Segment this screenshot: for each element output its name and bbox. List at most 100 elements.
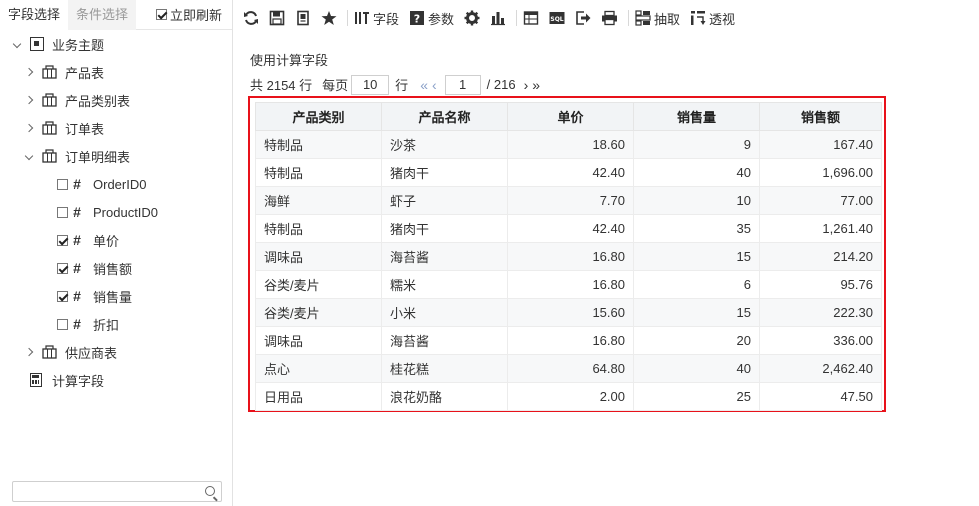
gear-icon xyxy=(464,10,480,26)
current-page-input[interactable]: 1 xyxy=(444,74,481,95)
table-view-button[interactable] xyxy=(523,6,539,30)
chevron-down-icon[interactable] xyxy=(24,150,34,162)
tree-node-supplier-table[interactable]: 供应商表 xyxy=(24,338,117,366)
chevron-right-icon[interactable] xyxy=(24,346,34,358)
param-button-label: 参数 xyxy=(428,11,455,27)
field-checkbox[interactable] xyxy=(57,178,68,190)
field-item-sales-quantity[interactable]: # 销售量 xyxy=(57,282,132,310)
export-icon xyxy=(575,10,591,26)
field-label: 销售额 xyxy=(93,261,133,277)
field-label: 单价 xyxy=(93,233,120,249)
table-cell: 15.60 xyxy=(507,298,634,327)
chevron-right-icon[interactable] xyxy=(24,122,34,134)
table-cell: 10 xyxy=(633,186,760,215)
pivot-button-label: 透视 xyxy=(709,11,736,27)
table-row: 调味品 海苔酱 16.80 15 214.20 xyxy=(255,242,882,271)
table-cell: 特制品 xyxy=(255,130,382,159)
settings-button[interactable] xyxy=(464,6,480,30)
number-field-icon: # xyxy=(73,232,81,248)
chevron-down-icon[interactable] xyxy=(12,38,22,50)
printer-icon xyxy=(601,10,618,26)
field-item-unit-price[interactable]: # 单价 xyxy=(57,226,119,254)
tree-node-label: 计算字段 xyxy=(52,373,105,389)
table-cell: 猪肉干 xyxy=(381,214,508,243)
table-icon xyxy=(42,149,57,163)
field-item-sales-amount[interactable]: # 销售额 xyxy=(57,254,132,282)
print-button[interactable] xyxy=(601,6,618,30)
column-header[interactable]: 销售量 xyxy=(633,102,760,131)
table-cell: 谷类/麦片 xyxy=(255,270,382,299)
chart-button[interactable] xyxy=(490,6,506,30)
tree-node-order-table[interactable]: 订单表 xyxy=(24,114,104,142)
search-icon[interactable] xyxy=(205,486,215,496)
field-label: OrderID0 xyxy=(93,176,147,192)
pivot-button[interactable]: 透视 xyxy=(690,6,735,30)
field-search-input[interactable] xyxy=(13,482,193,501)
next-page-icon[interactable]: › xyxy=(524,77,529,93)
table-cell: 2.00 xyxy=(507,382,634,411)
tab-field-select[interactable]: 字段选择 xyxy=(0,0,69,30)
field-item-discount[interactable]: # 折扣 xyxy=(57,310,119,338)
export-button[interactable] xyxy=(575,6,591,30)
save-as-button[interactable] xyxy=(295,6,311,30)
column-header[interactable]: 单价 xyxy=(507,102,634,131)
table-cell: 15 xyxy=(633,298,760,327)
extract-button[interactable]: 抽取 xyxy=(635,6,680,30)
table-cell: 35 xyxy=(633,214,760,243)
first-page-icon[interactable]: « xyxy=(420,77,428,93)
tree-node-business-topic[interactable]: 业务主题 xyxy=(12,30,104,58)
favorite-button[interactable] xyxy=(321,6,337,30)
tree-node-order-detail-table[interactable]: 订单明细表 xyxy=(24,142,130,170)
toolbar-divider xyxy=(628,10,630,26)
table-cell: 点心 xyxy=(255,354,382,383)
chevron-right-icon[interactable] xyxy=(24,94,34,106)
save-button[interactable] xyxy=(269,6,285,30)
number-field-icon: # xyxy=(73,204,81,220)
field-checkbox[interactable] xyxy=(57,262,68,274)
table-cell: 海苔酱 xyxy=(381,242,508,271)
tree-node-product-category-table[interactable]: 产品类别表 xyxy=(24,86,130,114)
field-checkbox[interactable] xyxy=(57,234,68,246)
column-header[interactable]: 产品类别 xyxy=(255,102,382,131)
sql-button[interactable]: SQL xyxy=(549,6,565,30)
per-page-input[interactable]: 10 xyxy=(351,74,390,95)
table-cell: 日用品 xyxy=(255,382,382,411)
refresh-icon xyxy=(243,10,259,26)
column-header[interactable]: 产品名称 xyxy=(381,102,508,131)
toolbar: 字段 ? 参数 SQL 抽取 透视 xyxy=(243,6,745,30)
table-cell: 336.00 xyxy=(759,326,882,355)
field-item-orderid[interactable]: # OrderID0 xyxy=(57,170,146,198)
field-button[interactable]: 字段 xyxy=(354,6,399,30)
table-cell: 1,261.40 xyxy=(759,214,882,243)
field-item-productid[interactable]: # ProductID0 xyxy=(57,198,158,226)
chevron-right-icon[interactable] xyxy=(24,66,34,78)
field-search[interactable] xyxy=(12,481,222,502)
table-cell: 16.80 xyxy=(507,326,634,355)
table-icon xyxy=(42,345,57,359)
field-checkbox[interactable] xyxy=(57,290,68,302)
table-cell: 167.40 xyxy=(759,130,882,159)
table-cell: 1,696.00 xyxy=(759,158,882,187)
save-icon xyxy=(269,10,285,26)
field-checkbox[interactable] xyxy=(57,206,68,218)
table-cell: 18.60 xyxy=(507,130,634,159)
refresh-now-toggle[interactable]: 立即刷新 xyxy=(155,5,222,24)
table-row: 点心 桂花糕 64.80 40 2,462.40 xyxy=(255,354,882,383)
result-table: 产品类别 产品名称 单价 销售量 销售额 特制品 沙茶 18.60 9 167.40 特制… xyxy=(255,102,882,411)
tab-condition-select[interactable]: 条件选择 xyxy=(68,0,137,30)
refresh-checkbox[interactable] xyxy=(155,9,167,20)
tree-node-label: 产品表 xyxy=(65,65,105,81)
tree-node-calc-field[interactable]: 计算字段 xyxy=(30,366,104,394)
last-page-icon[interactable]: » xyxy=(532,77,540,93)
column-header[interactable]: 销售额 xyxy=(759,102,882,131)
param-button[interactable]: ? 参数 xyxy=(409,6,454,30)
field-checkbox[interactable] xyxy=(57,318,68,330)
number-field-icon: # xyxy=(73,316,81,332)
tree-node-product-table[interactable]: 产品表 xyxy=(24,58,104,86)
table-row: 调味品 海苔酱 16.80 20 336.00 xyxy=(255,326,882,355)
table-icon xyxy=(42,121,57,135)
table-row: 谷类/麦片 小米 15.60 15 222.30 xyxy=(255,298,882,327)
prev-page-icon[interactable]: ‹ xyxy=(432,77,437,93)
toolbar-divider xyxy=(516,10,518,26)
refresh-button[interactable] xyxy=(243,6,259,30)
